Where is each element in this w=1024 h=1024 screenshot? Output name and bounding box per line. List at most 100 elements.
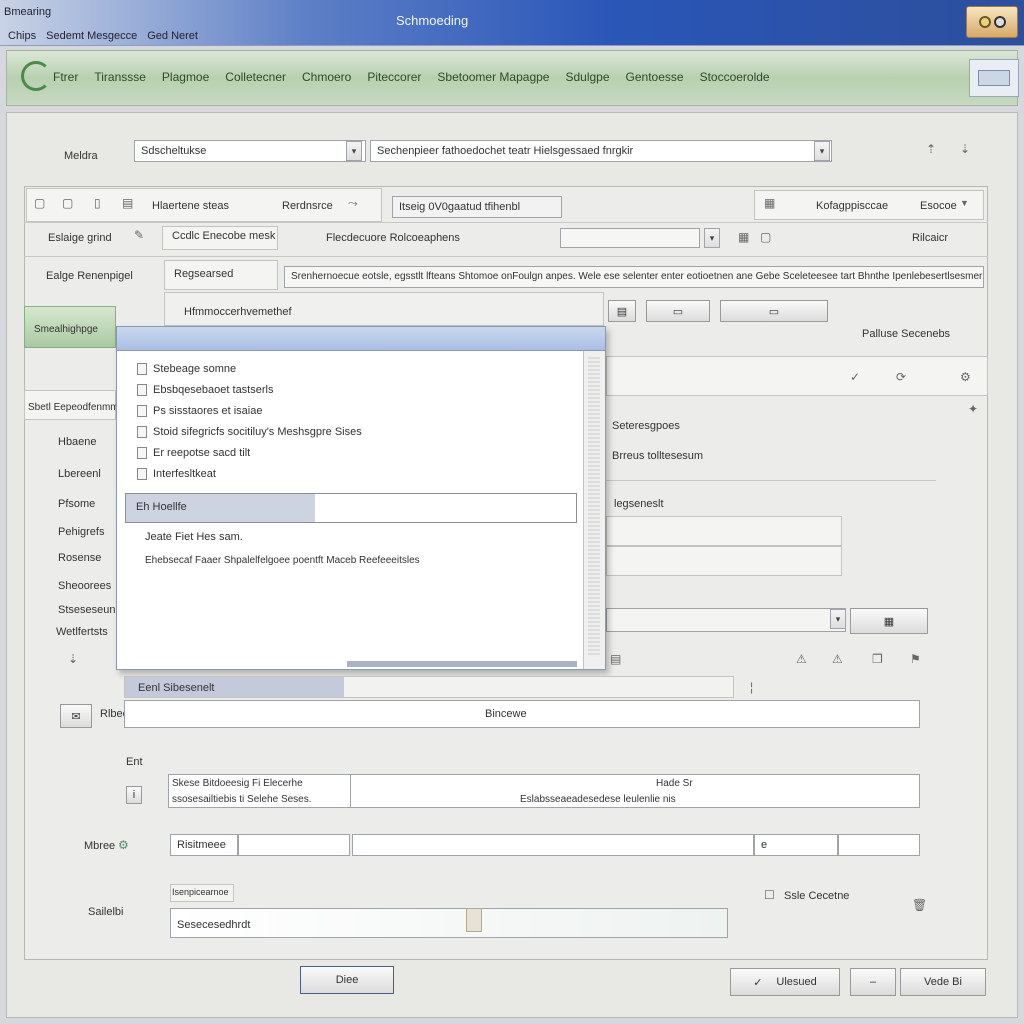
down-arrow-icon[interactable]: ⇣ [960,142,970,156]
toolbar-item[interactable]: Chmoero [302,70,351,84]
mem-field-right[interactable]: e [754,834,838,856]
sidebar-item[interactable]: Hbaene [58,436,97,448]
right-input[interactable] [606,608,846,632]
copy-icon[interactable]: ❐ [872,652,883,666]
pin-icon[interactable]: ✦ [968,402,978,416]
right-list-row[interactable] [606,546,842,576]
spd-field[interactable]: Sesecesedhrdt [170,908,728,938]
row3-mid[interactable]: Ccdlc Enecobe mesk [172,230,275,242]
layout-view-button[interactable] [969,59,1019,97]
toolbar-item[interactable]: Stoccoerolde [700,70,770,84]
dialog-scrollbar[interactable] [583,351,605,669]
scroll-down-icon[interactable]: ⇣ [68,652,78,666]
alert-icon[interactable]: ⚠ [832,652,843,666]
refresh-icon[interactable] [21,61,51,91]
mem-field-2[interactable] [238,834,350,856]
window-controls[interactable] [966,6,1018,38]
row5-btn-c[interactable]: ▭ [720,300,828,322]
sidebar-item[interactable]: Lbereenl [58,468,101,480]
dialog-hscroll[interactable] [347,661,577,667]
path-combo[interactable]: Sechenpieer fathoedochet teatr Hielsgess… [370,140,832,162]
dialog-list-item[interactable]: Stebeage somne [137,361,362,376]
lower-tab-label[interactable]: Eenl Sibesenelt [138,682,214,694]
mem-field-3[interactable] [352,834,754,856]
menu-item-chips[interactable]: Chips [8,30,36,42]
toolbar-item[interactable]: Tiranssse [94,70,146,84]
dialog-list-item[interactable]: Ps sisstaores et isaiae [137,403,362,418]
toolbar-item[interactable]: Sbetoomer Mapagpe [437,70,549,84]
refresh-icon[interactable]: ⟳ [896,370,906,384]
copy-icon[interactable]: ▢ [62,196,73,210]
sidebar-item[interactable]: Sheoorees [58,580,111,592]
row5-right[interactable]: Palluse Secenebs [862,328,950,340]
row3-right[interactable]: Rilcaicr [912,232,948,244]
cancel-button[interactable]: Vede Bi [900,968,986,996]
sidebar-item[interactable]: Stseseseun [58,604,115,616]
mem-field-end[interactable] [838,834,920,856]
name-combo-dropdown[interactable]: ▾ [346,141,362,161]
toolbar-item[interactable]: Gentoesse [626,70,684,84]
tool-icon[interactable]: ▤ [610,652,621,666]
right-input-dropdown[interactable]: ▾ [830,609,846,629]
sidebar-item[interactable]: Pehigrefs [58,526,104,538]
gear-icon[interactable]: ⚙ [118,838,129,852]
right-list-row[interactable] [606,516,842,546]
apply-button[interactable]: ✓ Ulesued [730,968,840,996]
up-arrow-icon[interactable]: ⇡ [926,142,936,156]
checkbox-icon[interactable]: ☐ [764,888,775,902]
scroll-thumb[interactable] [588,357,600,657]
option-label[interactable]: Ssle Cecetne [784,890,849,902]
edit-icon[interactable]: ✎ [134,228,144,242]
mem-field[interactable]: Risitmeee [170,834,238,856]
box-icon[interactable]: ▢ [760,230,771,244]
toolbar-item[interactable]: Plagmoe [162,70,209,84]
calc-icon[interactable]: ▦ [738,230,749,244]
row3-dropdown[interactable]: ▾ [704,228,720,248]
toolbar-item[interactable]: Piteccorer [367,70,421,84]
main-input[interactable]: Bincewe [124,700,920,728]
name-combo[interactable]: Sdscheltukse [134,140,366,162]
dialog-list-item[interactable]: Ebsbqesebaoet tastserls [137,382,362,397]
info-icon[interactable]: i [126,786,142,804]
envelope-icon[interactable]: ✉ [60,704,92,728]
warning-icon[interactable]: ⚠ [796,652,807,666]
settings-icon[interactable]: ⚙ [960,370,971,384]
arrow-icon[interactable]: ⤳ [348,196,358,211]
right-dropdown-label[interactable]: Esocoe [920,200,957,212]
dialog-titlebar[interactable] [117,327,605,351]
menu-item-sedemt[interactable]: Sedemt Mesgecce [46,30,137,42]
row3-input[interactable] [560,228,700,248]
path-combo-dropdown[interactable]: ▾ [814,141,830,161]
page-icon[interactable]: ▢ [34,196,45,210]
dialog-list-item[interactable]: Interfesltkeat [137,466,362,481]
sidebar-item[interactable]: Rosense [58,552,101,564]
globe-icon[interactable] [993,16,1006,28]
status-field[interactable]: Itseig 0V0gaatud tfihenbl [392,196,562,218]
dialog-selected-item[interactable]: Eh Hoellfe [125,493,577,523]
chevron-down-icon[interactable]: ▼ [960,198,969,208]
toolbar-item[interactable]: Colletecner [225,70,286,84]
check-icon[interactable]: ✓ [850,370,860,384]
row5-btn-b[interactable]: ▭ [646,300,710,322]
row5-btn-a[interactable]: ▤ [608,300,636,322]
sidebar-item[interactable]: Pfsome [58,498,95,510]
doc-icon[interactable]: ▯ [94,196,101,210]
right-input-button[interactable]: ▦ [850,608,928,634]
toolbar-item[interactable]: Sdulgpe [565,70,609,84]
calendar-icon[interactable]: ▦ [764,196,775,210]
trash-icon[interactable]: 🗑 [912,898,927,912]
dialog-list-item[interactable]: Stoid sifegricfs socitiluy's Meshsgpre S… [137,424,362,439]
dialog-list-item[interactable]: Er reepotse sacd tilt [137,445,362,460]
group1-label[interactable]: Hlaertene steas [152,200,229,212]
ok-button[interactable]: Diee [300,966,394,994]
toolbar-item[interactable]: Ftrer [53,70,78,84]
sidebar-item[interactable]: Wetlfertsts [56,626,108,638]
right-group-label[interactable]: Kofagppisccae [816,200,888,212]
group2-label[interactable]: Rerdnsrce [282,200,333,212]
flag-icon[interactable]: ⚑ [910,652,921,666]
slider-thumb[interactable] [466,908,482,932]
menu-item-ged[interactable]: Ged Neret [147,30,198,42]
user-status-icon[interactable] [978,16,991,28]
view-icon[interactable]: ▤ [122,196,133,210]
minus-button[interactable]: – [850,968,896,996]
